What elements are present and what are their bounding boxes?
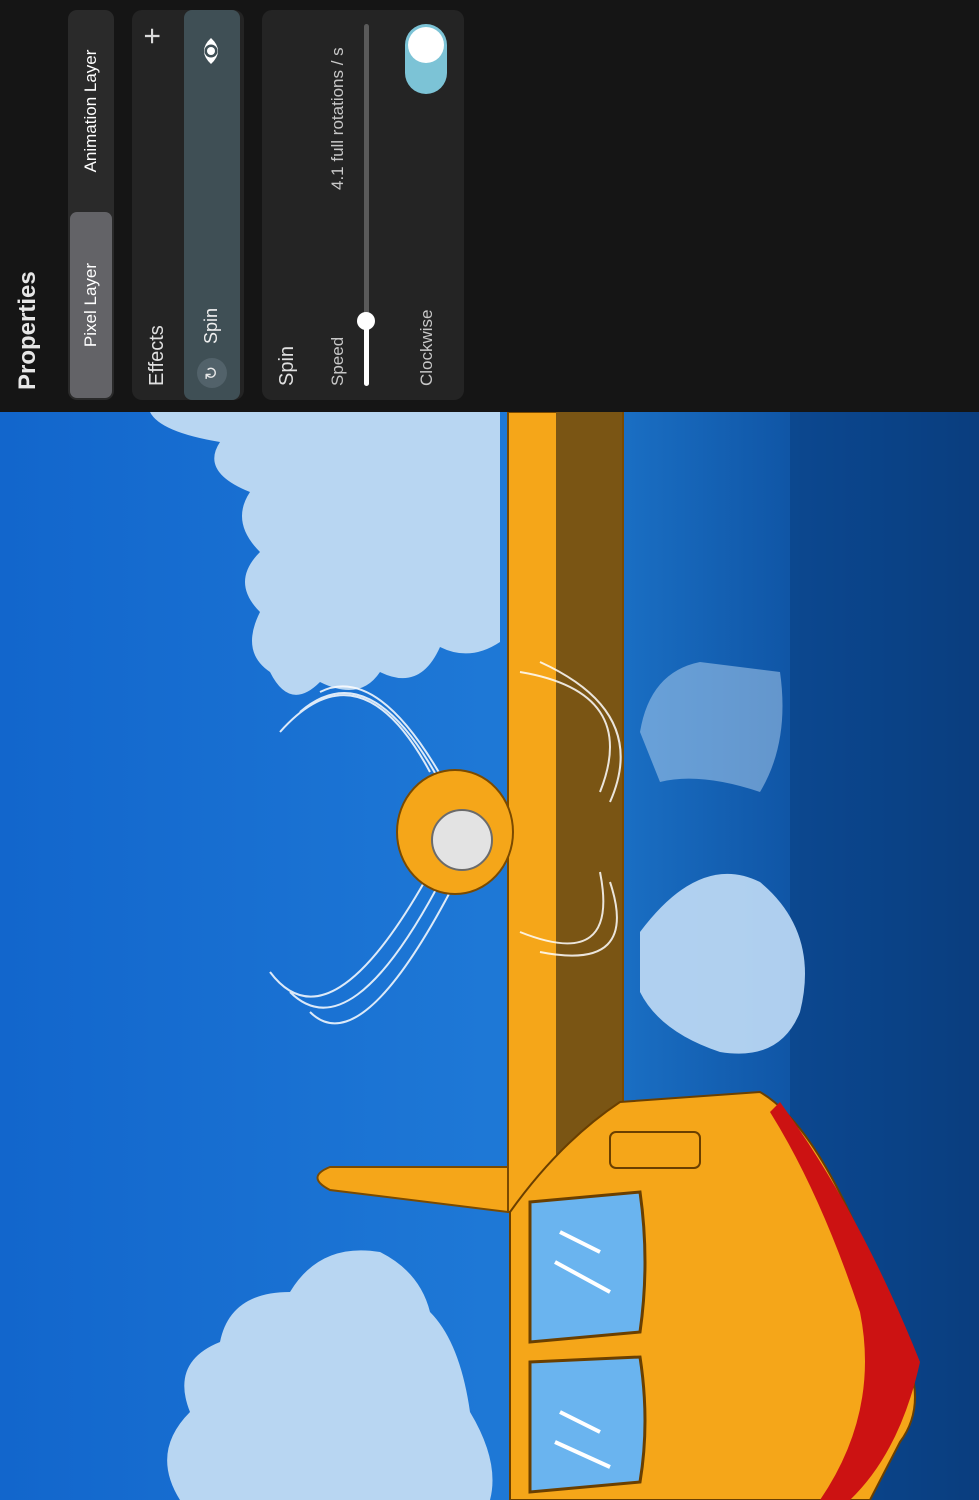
tab-animation-layer[interactable]: Animation Layer	[70, 12, 112, 210]
spin-icon: ↻	[197, 358, 227, 388]
properties-panel-content: Properties Pixel Layer Animation Layer E…	[0, 0, 979, 412]
effect-item-spin[interactable]: ↻ Spin	[184, 10, 240, 400]
eye-icon[interactable]	[194, 34, 228, 68]
speed-label: Speed	[328, 336, 347, 386]
speed-slider-fill	[364, 320, 369, 386]
speed-value: 4.1 full rotations / s	[328, 47, 347, 190]
drawing-canvas[interactable]	[0, 412, 979, 1500]
effects-title: Effects	[146, 325, 168, 386]
panel-title: Properties	[14, 271, 41, 390]
clockwise-label: Clockwise	[417, 309, 436, 386]
plus-icon[interactable]: +	[136, 16, 170, 56]
spin-settings-section: Spin Speed 4.1 full rotations / s Clockw…	[262, 10, 464, 400]
tab-pixel-layer[interactable]: Pixel Layer	[70, 212, 112, 398]
clockwise-toggle-knob	[408, 27, 444, 63]
spin-settings-title: Spin	[276, 345, 298, 386]
speed-slider[interactable]	[357, 24, 375, 386]
clockwise-toggle[interactable]	[405, 24, 447, 94]
propeller-hub	[396, 769, 514, 895]
properties-panel: Properties Pixel Layer Animation Layer E…	[0, 0, 979, 412]
wing-strut	[507, 412, 624, 1213]
speed-slider-thumb[interactable]	[357, 311, 375, 330]
layer-type-segmented-control: Pixel Layer Animation Layer	[68, 10, 114, 400]
effect-item-label: Spin	[201, 307, 221, 344]
effects-section: Effects + ↻ Spin	[132, 10, 244, 400]
